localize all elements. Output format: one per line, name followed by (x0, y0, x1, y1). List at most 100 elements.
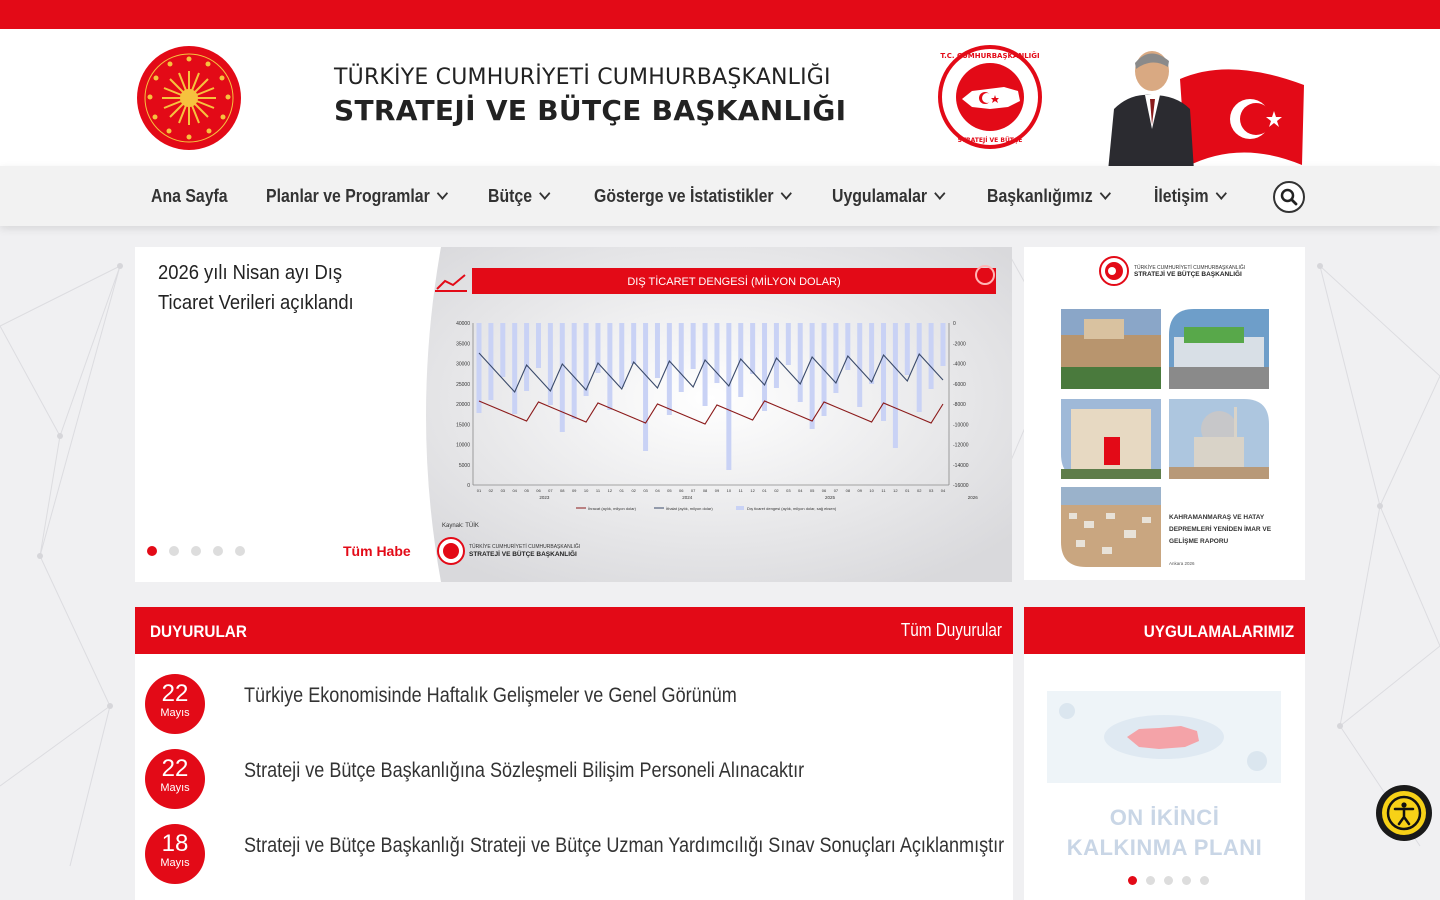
chevron-down-icon (1215, 187, 1227, 200)
slider-dot[interactable] (213, 546, 223, 556)
carousel-dot[interactable] (1200, 876, 1209, 885)
month-tick-label: 01 (477, 488, 482, 493)
month-tick-label: 03 (643, 488, 648, 493)
legend-item: İthalat (aylık, milyon dolar) (666, 506, 713, 511)
applications-caption-line2: KALKINMA PLANI (1066, 835, 1263, 860)
month-tick-label: 06 (679, 488, 684, 493)
main-navigation: Ana Sayfa Planlar ve Programlar Bütçe Gö… (0, 166, 1440, 226)
date-month: Mayıs (160, 707, 190, 719)
balance-bar (916, 323, 922, 412)
slider-dot[interactable] (147, 546, 157, 556)
slide-title[interactable]: 2026 yılı Nisan ayı Dış Ticaret Verileri… (158, 258, 379, 318)
earthquake-report-banner[interactable]: TÜRKİYE CUMHURİYETİ CUMHURBAŞKANLIĞI STR… (1024, 247, 1305, 580)
axis-tick-label: -4000 (953, 362, 966, 368)
balance-bar (678, 323, 684, 392)
all-announcements-link[interactable]: Tüm Duyurular (901, 620, 1002, 641)
nav-item-contact[interactable]: İletişim (1154, 186, 1227, 207)
date-badge: 18 Mayıs (145, 824, 205, 884)
month-tick-label: 08 (703, 488, 708, 493)
carousel-dot[interactable] (1146, 876, 1155, 885)
nav-label: Uygulamalar (832, 185, 928, 206)
announcement-link[interactable]: Strateji ve Bütçe Başkanlığı Strateji ve… (244, 834, 1004, 858)
nav-item-applications[interactable]: Uygulamalar (832, 185, 946, 207)
accessibility-icon (1382, 791, 1426, 835)
header-titles[interactable]: TÜRKİYE CUMHURİYETİ CUMHURBAŞKANLIĞI STR… (334, 65, 874, 127)
applications-caption-line1: ON İKİNCİ (1109, 805, 1220, 830)
month-tick-label: 12 (608, 488, 613, 493)
report-cover-image: TÜRKİYE CUMHURİYETİ CUMHURBAŞKANLIĞI STR… (1061, 256, 1272, 567)
month-tick-label: 05 (667, 488, 672, 493)
report-header-line2: STRATEJİ VE BÜTÇE BAŞKANLIĞI (1134, 269, 1242, 278)
slider-dot[interactable] (169, 546, 179, 556)
balance-bar (940, 323, 946, 366)
balance-bar (619, 323, 625, 387)
balance-bar (547, 323, 553, 405)
balance-bar (809, 323, 815, 429)
svg-text:T.C. CUMHURBAŞKANLIĞI: T.C. CUMHURBAŞKANLIĞI (940, 51, 1039, 60)
nav-item-presidency[interactable]: Başkanlığımız (987, 186, 1112, 207)
nav-item-home[interactable]: Ana Sayfa (151, 186, 228, 207)
chart-logo-line2: STRATEJİ VE BÜTÇE BAŞKANLIĞI (469, 549, 577, 558)
axis-tick-label: -16000 (953, 483, 969, 489)
presidency-seal-logo[interactable] (136, 45, 242, 151)
applications-dots (1128, 876, 1209, 885)
month-tick-label: 05 (810, 488, 815, 493)
axis-tick-label: 35000 (456, 341, 470, 347)
nav-item-indicators[interactable]: Gösterge ve İstatistikler (594, 185, 792, 207)
announcement-link[interactable]: Türkiye Ekonomisinde Haftalık Gelişmeler… (244, 684, 737, 708)
trade-balance-chart-image[interactable]: DIŞ TİCARET DENGESİ (MİLYON DOLAR) 40000… (411, 247, 1012, 582)
chart-title: DIŞ TİCARET DENGESİ (MİLYON DOLAR) (627, 275, 840, 288)
axis-tick-label: -2000 (953, 341, 966, 347)
slider-dots (147, 546, 245, 556)
balance-bar (571, 323, 577, 419)
chevron-down-icon (780, 187, 792, 200)
axis-tick-label: -14000 (953, 463, 969, 469)
month-tick-label: 06 (822, 488, 827, 493)
search-button[interactable] (1273, 181, 1305, 213)
axis-tick-label: 40000 (456, 321, 470, 327)
announcement-link[interactable]: Strateji ve Bütçe Başkanlığına Sözleşmel… (244, 759, 804, 783)
sbb-seal-logo: T.C. CUMHURBAŞKANLIĞI STRATEJİ VE BÜTÇE (938, 45, 1042, 149)
month-tick-label: 03 (501, 488, 506, 493)
axis-tick-label: 25000 (456, 382, 470, 388)
month-tick-label: 03 (929, 488, 934, 493)
year-tick-label: 2024 (682, 495, 693, 500)
svg-text:STRATEJİ VE BÜTÇE: STRATEJİ VE BÜTÇE (958, 137, 1023, 144)
applications-caption[interactable]: ON İKİNCİ KALKINMA PLANI (1024, 803, 1305, 863)
announcement-item[interactable]: 18 Mayıs Strateji ve Bütçe Başkanlığı St… (135, 824, 1013, 894)
balance-bar (714, 323, 720, 383)
development-plan-banner[interactable] (1047, 691, 1281, 783)
month-tick-label: 09 (572, 488, 577, 493)
balance-bar (631, 323, 637, 364)
ataturk-flag-image (1108, 51, 1304, 171)
axis-tick-label: 0 (953, 321, 956, 327)
month-tick-label: 05 (524, 488, 529, 493)
news-slider[interactable]: 2026 yılı Nisan ayı Dış Ticaret Verileri… (135, 247, 1012, 582)
nav-label: Gösterge ve İstatistikler (594, 185, 774, 206)
chevron-down-icon (1099, 187, 1112, 200)
chart-source: Kaynak: TÜİK (442, 522, 479, 529)
balance-bar (690, 323, 696, 369)
announcement-item[interactable]: 22 Mayıs Strateji ve Bütçe Başkanlığına … (135, 749, 1013, 819)
balance-bar (488, 323, 494, 400)
accessibility-button[interactable] (1376, 785, 1432, 841)
announcement-item[interactable]: 22 Mayıs Türkiye Ekonomisinde Haftalık G… (135, 674, 1013, 744)
axis-tick-label: -10000 (953, 422, 969, 428)
balance-bar (762, 323, 768, 411)
carousel-dot[interactable] (1182, 876, 1191, 885)
slider-dot[interactable] (191, 546, 201, 556)
report-header-line1: TÜRKİYE CUMHURİYETİ CUMHURBAŞKANLIĞI (1134, 264, 1245, 271)
carousel-dot[interactable] (1128, 876, 1137, 885)
axis-tick-label: 10000 (456, 443, 470, 449)
search-icon (1280, 188, 1298, 206)
balance-bar (512, 323, 518, 414)
balance-bar (666, 323, 672, 415)
nav-item-plans[interactable]: Planlar ve Programlar (266, 186, 449, 207)
date-month: Mayıs (160, 782, 190, 794)
nav-item-budget[interactable]: Bütçe (488, 186, 551, 207)
month-tick-label: 10 (584, 488, 589, 493)
slider-dot[interactable] (235, 546, 245, 556)
carousel-dot[interactable] (1164, 876, 1173, 885)
announcements-title: DUYURULAR (150, 622, 247, 641)
balance-bar (524, 323, 530, 391)
